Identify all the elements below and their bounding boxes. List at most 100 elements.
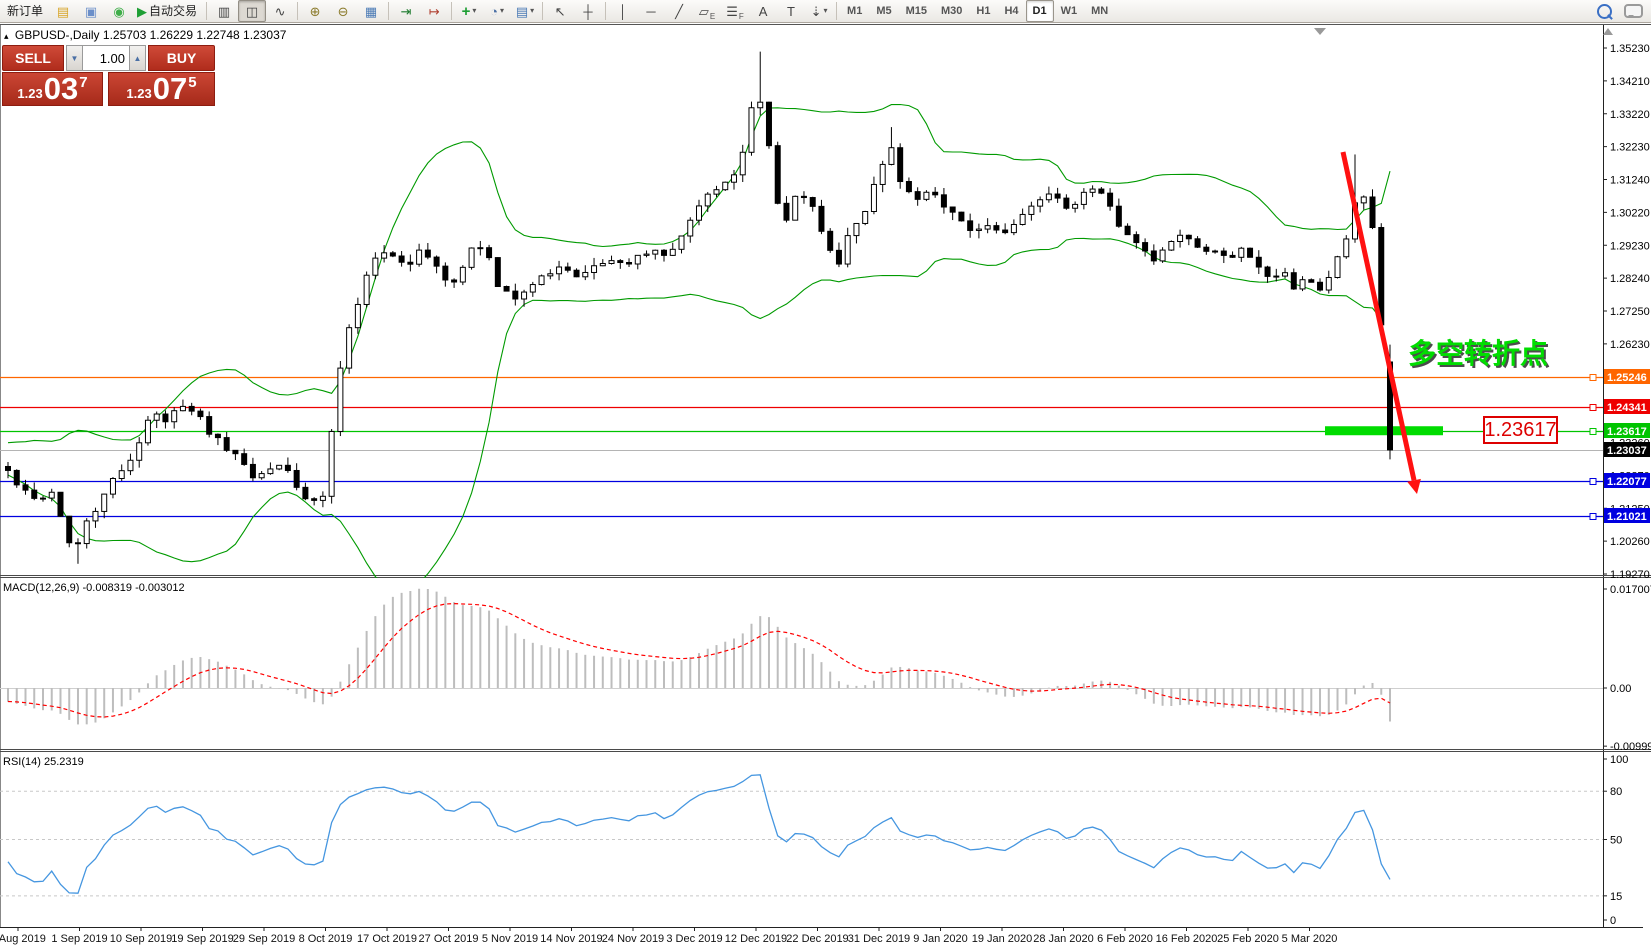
text-label-glyph: T [787,5,795,18]
search-icon[interactable] [1597,4,1612,19]
signal-icon-glyph: ◉ [113,5,124,18]
signal-icon[interactable]: ◉ [105,0,133,22]
horizontal-price-lines[interactable] [0,375,1603,520]
svg-text:2 Aug 2019: 2 Aug 2019 [0,933,46,945]
price-callout-box[interactable]: 1.23617 [1483,416,1558,444]
timeframe-m1[interactable]: M1 [840,0,869,22]
vertical-line-button[interactable]: │ [609,0,637,22]
timeframe-h1[interactable]: H1 [969,0,997,22]
sell-button[interactable]: SELL [2,45,64,71]
arrows-button[interactable]: ⇣▾ [805,0,833,22]
line-handle[interactable] [1590,479,1596,485]
cursor-button[interactable]: ↖ [546,0,574,22]
pane-sep-main-macd[interactable] [0,576,1651,578]
mt4-terminal: 1.352301.342101.332201.322301.312401.302… [0,0,1651,946]
chart-shift-marker[interactable] [1314,28,1326,35]
rsi-indicator [0,775,1603,896]
new-chart-icon[interactable]: ▤ [49,0,77,22]
timeframe-h4[interactable]: H4 [997,0,1025,22]
auto-scroll-button[interactable]: ⇥ [392,0,420,22]
periods-button[interactable]: ◔▾ [483,0,511,22]
one-click-collapse-icon[interactable]: ▴ [4,31,9,41]
chat-icon[interactable] [1624,4,1643,18]
timeframe-m30[interactable]: M30 [934,0,969,22]
svg-text:14 Nov 2019: 14 Nov 2019 [540,933,602,945]
svg-text:0: 0 [1610,915,1616,927]
sell-price-prefix: 1.23 [17,86,42,101]
horizontal-line-button[interactable]: ─ [637,0,665,22]
crosshair-button[interactable]: ┼ [574,0,602,22]
svg-text:3 Dec 2019: 3 Dec 2019 [666,933,722,945]
volume-increase-button[interactable]: ▲ [129,45,146,71]
line-handle[interactable] [1590,405,1596,411]
trendline-button[interactable]: ╱ [665,0,693,22]
timeframe-mn[interactable]: MN [1084,0,1115,22]
scale-top-marker[interactable] [1603,28,1613,35]
text-button[interactable]: A [749,0,777,22]
timeframe-m5[interactable]: M5 [869,0,898,22]
new-chart-icon-glyph: ▤ [57,5,69,18]
line-chart-button[interactable]: ∿ [266,0,294,22]
symbol-period-label: GBPUSD-,Daily [15,28,100,42]
sell-price[interactable]: 1.23 03 7 [2,72,103,106]
svg-text:15: 15 [1610,891,1622,903]
templates-button[interactable]: ▤▾ [511,0,539,22]
templates-glyph: ▤ [516,5,528,18]
timeframe-w1[interactable]: W1 [1054,0,1085,22]
zoom-in-button[interactable]: ⊕ [301,0,329,22]
new-order-button[interactable]: 新订单 [1,0,49,22]
line-handle[interactable] [1590,375,1596,381]
market-watch-icon-glyph: ▣ [85,5,97,18]
line-handle[interactable] [1590,514,1596,520]
buy-button[interactable]: BUY [148,45,215,71]
turning-point-annotation[interactable]: 多空转折点 [1408,332,1548,372]
zoom-in-glyph: ⊕ [310,5,321,18]
market-watch-icon[interactable]: ▣ [77,0,105,22]
arrows-glyph: ⇣ [811,5,822,18]
svg-text:24 Nov 2019: 24 Nov 2019 [602,933,664,945]
channel-button[interactable]: ▱E [693,0,721,22]
svg-text:22 Dec 2019: 22 Dec 2019 [786,933,848,945]
text-glyph: A [759,5,768,18]
buy-price-sup: 5 [188,74,196,91]
pane-sep-macd-rsi[interactable] [0,750,1651,752]
green-highlight-bar[interactable] [1325,426,1443,435]
line-handle[interactable] [1590,429,1596,435]
autotrading-button[interactable]: ▶自动交易 [133,0,203,22]
text-label-button[interactable]: T [777,0,805,22]
chart-canvas: 1.352301.342101.332201.322301.312401.302… [0,0,1651,946]
channel-glyph: ▱ [699,5,709,18]
svg-text:1.31240: 1.31240 [1610,175,1650,187]
svg-text:5 Nov 2019: 5 Nov 2019 [482,933,538,945]
time-axis[interactable]: 2 Aug 20191 Sep 201910 Sep 201919 Sep 20… [0,927,1337,945]
price-tag-1.22077: 1.22077 [1604,473,1650,488]
svg-text:0.017007: 0.017007 [1610,584,1651,596]
svg-text:1.23037: 1.23037 [1607,445,1647,457]
timeframe-d1[interactable]: D1 [1026,0,1054,22]
zoom-out-button[interactable]: ⊖ [329,0,357,22]
svg-text:17 Oct 2019: 17 Oct 2019 [357,933,417,945]
price-scale[interactable]: 1.352301.342101.332201.322301.312401.302… [1603,43,1651,927]
candlestick-chart-button[interactable]: ◫ [238,0,266,22]
volume-decrease-button[interactable]: ▼ [66,45,83,71]
volume-input[interactable]: 1.00 [83,45,129,71]
svg-text:0.00: 0.00 [1610,683,1631,695]
fibonacci-button[interactable]: ☰F [721,0,749,22]
indicators-glyph: + [462,4,471,19]
svg-text:12 Dec 2019: 12 Dec 2019 [725,933,787,945]
indicators-button[interactable]: +▾ [455,0,483,22]
svg-text:80: 80 [1610,786,1622,798]
buy-price[interactable]: 1.23 07 5 [108,72,215,106]
toolbar-separator [388,2,389,20]
chart-shift-button[interactable]: ↦ [420,0,448,22]
bar-chart-button[interactable]: ▥ [210,0,238,22]
toolbar: 新订单 ▤ ▣ ◉ ▶自动交易 ▥◫∿ ⊕ ⊖▦ ⇥↦ +▾◔▾▤▾ ↖┼ │ ─ ╱▱E☰F A T ⇣▾ M1… [0,0,1651,23]
autotrading-button-label: 自动交易 [149,5,197,17]
new-order-button-label: 新订单 [7,5,43,17]
trend-arrow[interactable] [1343,152,1421,494]
toolbar-separator [836,2,837,20]
horizontal-line-glyph: ─ [646,5,655,18]
tile-windows-button[interactable]: ▦ [357,0,385,22]
timeframe-m15[interactable]: M15 [899,0,934,22]
sell-price-sup: 7 [79,74,87,91]
